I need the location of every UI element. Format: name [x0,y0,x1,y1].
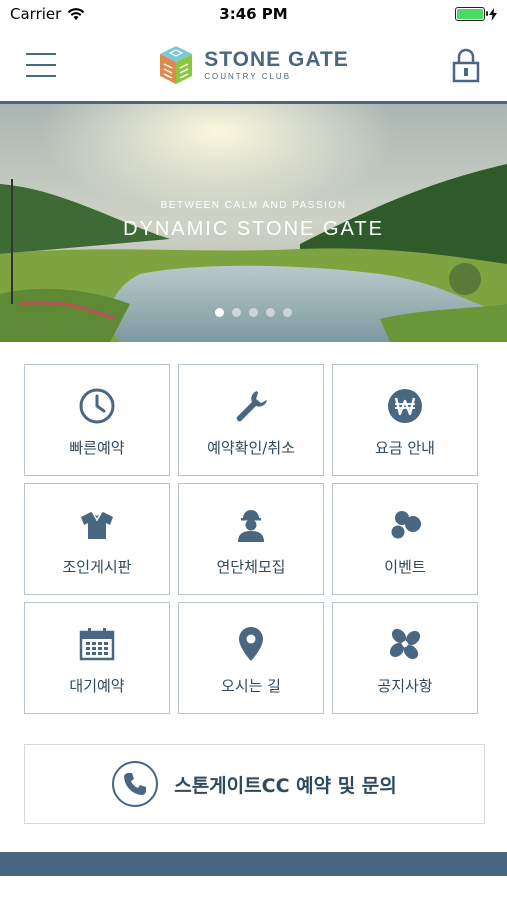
logo[interactable]: STONE GATE COUNTRY CLUB [158,44,349,86]
menu-tile-quick-reservation[interactable]: 빠른예약 [24,364,170,476]
contact-label: 스톤게이트CC 예약 및 문의 [174,774,397,797]
phone-icon [112,761,159,807]
hamburger-menu-icon[interactable] [26,52,56,77]
tile-label: 빠른예약 [69,439,125,457]
person-icon [238,510,264,542]
menu-tile-group-recruit[interactable]: 연단체모집 [178,483,324,595]
menu-tile-fee-guide[interactable]: 요금 안내 [332,364,478,476]
clock-icon [79,388,115,424]
wrench-icon [236,391,267,422]
tile-label: 오시는 길 [221,677,281,695]
carrier-label: Carrier [10,5,62,23]
menu-grid: 빠른예약 예약확인/취소 요금 안내 조인게시판 연단체모집 이벤트 대기예약 … [24,364,478,714]
logo-subtitle: COUNTRY CLUB [204,71,292,81]
app-header: STONE GATE COUNTRY CLUB [0,28,507,104]
logo-title: STONE GATE [204,47,349,71]
menu-tile-directions[interactable]: 오시는 길 [178,602,324,714]
menu-tile-reservation-check[interactable]: 예약확인/취소 [178,364,324,476]
tile-label: 공지사항 [377,677,433,695]
tile-label: 요금 안내 [375,439,435,457]
menu-tile-waitlist[interactable]: 대기예약 [24,602,170,714]
slide-dot[interactable] [266,308,275,317]
menu-tile-join-board[interactable]: 조인게시판 [24,483,170,595]
wifi-icon [68,7,85,20]
slide-dot[interactable] [215,308,224,317]
tile-label: 대기예약 [69,677,125,695]
lock-icon[interactable] [451,47,481,83]
won-icon [388,389,422,423]
status-bar: Carrier 3:46 PM [0,0,507,28]
circles-icon [391,511,421,539]
calendar-icon [79,628,115,661]
status-time: 3:46 PM [219,5,288,23]
slide-dot[interactable] [232,308,241,317]
hero-subtitle: BETWEEN CALM AND PASSION [160,200,347,211]
slide-indicator [0,308,507,317]
tile-label: 연단체모집 [216,558,286,576]
hero-title: DYNAMIC STONE GATE [123,218,384,240]
charging-icon [489,7,497,21]
tile-label: 이벤트 [384,558,426,576]
slide-dot[interactable] [283,308,292,317]
battery-icon [455,7,488,21]
slide-dot[interactable] [249,308,258,317]
shirt-icon [81,512,113,539]
tile-label: 예약확인/취소 [207,439,295,457]
stone-gate-logo-icon [160,45,193,84]
hero-banner[interactable]: BETWEEN CALM AND PASSION DYNAMIC STONE G… [0,104,507,342]
tile-label: 조인게시판 [62,558,132,576]
contact-button[interactable]: 스톤게이트CC 예약 및 문의 [24,744,485,824]
footer-bar [0,852,507,876]
menu-tile-notices[interactable]: 공지사항 [332,602,478,714]
menu-tile-event[interactable]: 이벤트 [332,483,478,595]
pinwheel-icon [389,628,421,660]
map-pin-icon [239,627,263,661]
